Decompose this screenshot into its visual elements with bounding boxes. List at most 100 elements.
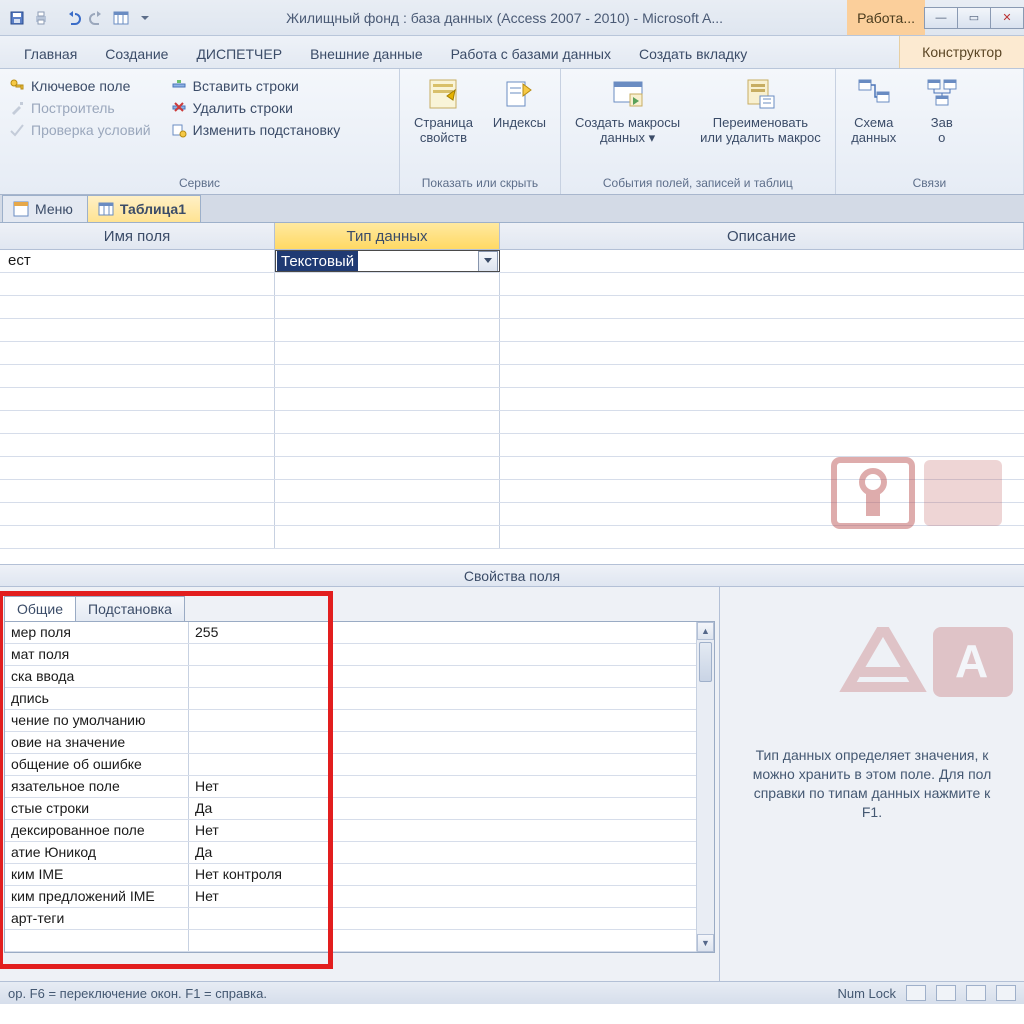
insert-rows-button[interactable]: Вставить строки — [166, 76, 346, 96]
props-tab-general[interactable]: Общие — [4, 596, 76, 621]
property-value[interactable] — [189, 754, 696, 775]
property-value[interactable] — [189, 666, 696, 687]
property-row[interactable]: мат поля — [5, 644, 696, 666]
tab-database-tools[interactable]: Работа с базами данных — [437, 39, 625, 68]
property-row[interactable]: арт-теги — [5, 908, 696, 930]
property-row[interactable]: язательное полеНет — [5, 776, 696, 798]
redo-icon[interactable] — [86, 7, 108, 29]
doc-tab-table1-label: Таблица1 — [120, 201, 186, 217]
property-row[interactable]: ким IMEНет контроля — [5, 864, 696, 886]
property-row[interactable]: стые строкиДа — [5, 798, 696, 820]
property-row[interactable]: ска ввода — [5, 666, 696, 688]
rename-delete-macro-button[interactable]: Переименоватьили удалить макрос — [690, 72, 831, 146]
property-value[interactable] — [189, 908, 696, 929]
view-form-button[interactable] — [996, 985, 1016, 1001]
property-value[interactable]: Нет — [189, 886, 696, 907]
property-row[interactable]: атие ЮникодДа — [5, 842, 696, 864]
property-value[interactable] — [189, 732, 696, 753]
design-row-empty[interactable] — [0, 388, 1024, 411]
undo-icon[interactable] — [62, 7, 84, 29]
property-row[interactable]: ким предложений IMEНет — [5, 886, 696, 908]
ribbon: Ключевое поле Построитель Проверка услов… — [0, 69, 1024, 195]
maximize-button[interactable]: ▭ — [957, 7, 991, 29]
table-icon[interactable] — [110, 7, 132, 29]
property-row[interactable]: общение об ошибке — [5, 754, 696, 776]
modify-lookups-button[interactable]: Изменить подстановку — [166, 120, 346, 140]
property-row[interactable]: чение по умолчанию — [5, 710, 696, 732]
property-value[interactable]: Нет контроля — [189, 864, 696, 885]
property-value[interactable] — [189, 644, 696, 665]
tab-home[interactable]: Главная — [10, 39, 91, 68]
property-value[interactable]: Нет — [189, 820, 696, 841]
context-tab-header: Работа... — [847, 0, 925, 35]
props-tab-strip: Общие Подстановка — [0, 587, 719, 621]
property-value[interactable]: Да — [189, 842, 696, 863]
primary-key-button[interactable]: Ключевое поле — [4, 76, 156, 96]
tab-design[interactable]: Конструктор — [899, 36, 1024, 68]
property-row[interactable]: овие на значение — [5, 732, 696, 754]
property-row[interactable]: мер поля255 — [5, 622, 696, 644]
design-row-empty[interactable] — [0, 503, 1024, 526]
data-type-value: Текстовый — [277, 251, 358, 272]
title-bar: Жилищный фонд : база данных (Access 2007… — [0, 0, 1024, 36]
numlock-indicator: Num Lock — [837, 986, 896, 1001]
design-row-empty[interactable] — [0, 342, 1024, 365]
scroll-up-button[interactable]: ▲ — [697, 622, 714, 640]
delete-rows-button[interactable]: Удалить строки — [166, 98, 346, 118]
design-row-empty[interactable] — [0, 273, 1024, 296]
property-row[interactable]: дпись — [5, 688, 696, 710]
tab-new-tab[interactable]: Создать вкладку — [625, 39, 761, 68]
tab-create[interactable]: Создание — [91, 39, 182, 68]
view-design-button[interactable] — [936, 985, 956, 1001]
minimize-button[interactable]: — — [924, 7, 958, 29]
indexes-button[interactable]: Индексы — [483, 72, 556, 131]
property-row[interactable]: дексированное полеНет — [5, 820, 696, 842]
props-tab-lookup[interactable]: Подстановка — [75, 596, 185, 621]
tab-dispatcher[interactable]: ДИСПЕТЧЕР — [182, 39, 296, 68]
property-value[interactable] — [189, 710, 696, 731]
design-row-empty[interactable] — [0, 457, 1024, 480]
design-row-empty[interactable] — [0, 365, 1024, 388]
doc-tab-table1[interactable]: Таблица1 — [87, 195, 201, 222]
property-sheet-button[interactable]: Страницасвойств — [404, 72, 483, 146]
design-row-empty[interactable] — [0, 319, 1024, 342]
property-label: ким предложений IME — [5, 886, 189, 907]
design-row[interactable]: ест Текстовый — [0, 250, 1024, 273]
design-row-empty[interactable] — [0, 434, 1024, 457]
design-grid[interactable]: ест Текстовый — [0, 250, 1024, 565]
tab-external-data[interactable]: Внешние данные — [296, 39, 437, 68]
design-row-empty[interactable] — [0, 526, 1024, 549]
relationships-button[interactable]: Схемаданных — [840, 72, 908, 146]
view-datasheet-button[interactable] — [906, 985, 926, 1001]
object-dependencies-button[interactable]: Заво — [908, 72, 976, 146]
field-properties-title: Свойства поля — [0, 565, 1024, 587]
property-value[interactable] — [189, 688, 696, 709]
property-value[interactable]: 255 — [189, 622, 696, 643]
property-value[interactable]: Да — [189, 798, 696, 819]
property-grid-scrollbar[interactable]: ▲ ▼ — [696, 622, 714, 952]
design-row-empty[interactable] — [0, 411, 1024, 434]
view-sql-button[interactable] — [966, 985, 986, 1001]
data-type-cell[interactable]: Текстовый — [275, 250, 500, 272]
data-type-dropdown-button[interactable] — [478, 251, 498, 272]
col-header-field-name[interactable]: Имя поля — [0, 223, 275, 249]
property-label: стые строки — [5, 798, 189, 819]
validate-button: Проверка условий — [4, 120, 156, 140]
close-button[interactable]: ✕ — [990, 7, 1024, 29]
design-row-empty[interactable] — [0, 296, 1024, 319]
design-row-empty[interactable] — [0, 480, 1024, 503]
property-grid[interactable]: мер поля255мат поляска вводадписьчение п… — [5, 622, 696, 952]
field-name-cell[interactable]: ест — [0, 250, 275, 272]
col-header-description[interactable]: Описание — [500, 223, 1024, 249]
description-cell[interactable] — [500, 250, 1024, 272]
qat-customize-icon[interactable] — [134, 7, 156, 29]
col-header-data-type[interactable]: Тип данных — [275, 223, 500, 249]
scroll-thumb[interactable] — [699, 642, 712, 682]
save-icon[interactable] — [6, 7, 28, 29]
property-value[interactable]: Нет — [189, 776, 696, 797]
doc-tab-menu[interactable]: Меню — [2, 195, 88, 222]
create-data-macros-button[interactable]: Создать макросыданных ▾ — [565, 72, 690, 146]
scroll-down-button[interactable]: ▼ — [697, 934, 714, 952]
group-service-title: Сервис — [4, 173, 395, 194]
print-icon[interactable] — [30, 7, 52, 29]
